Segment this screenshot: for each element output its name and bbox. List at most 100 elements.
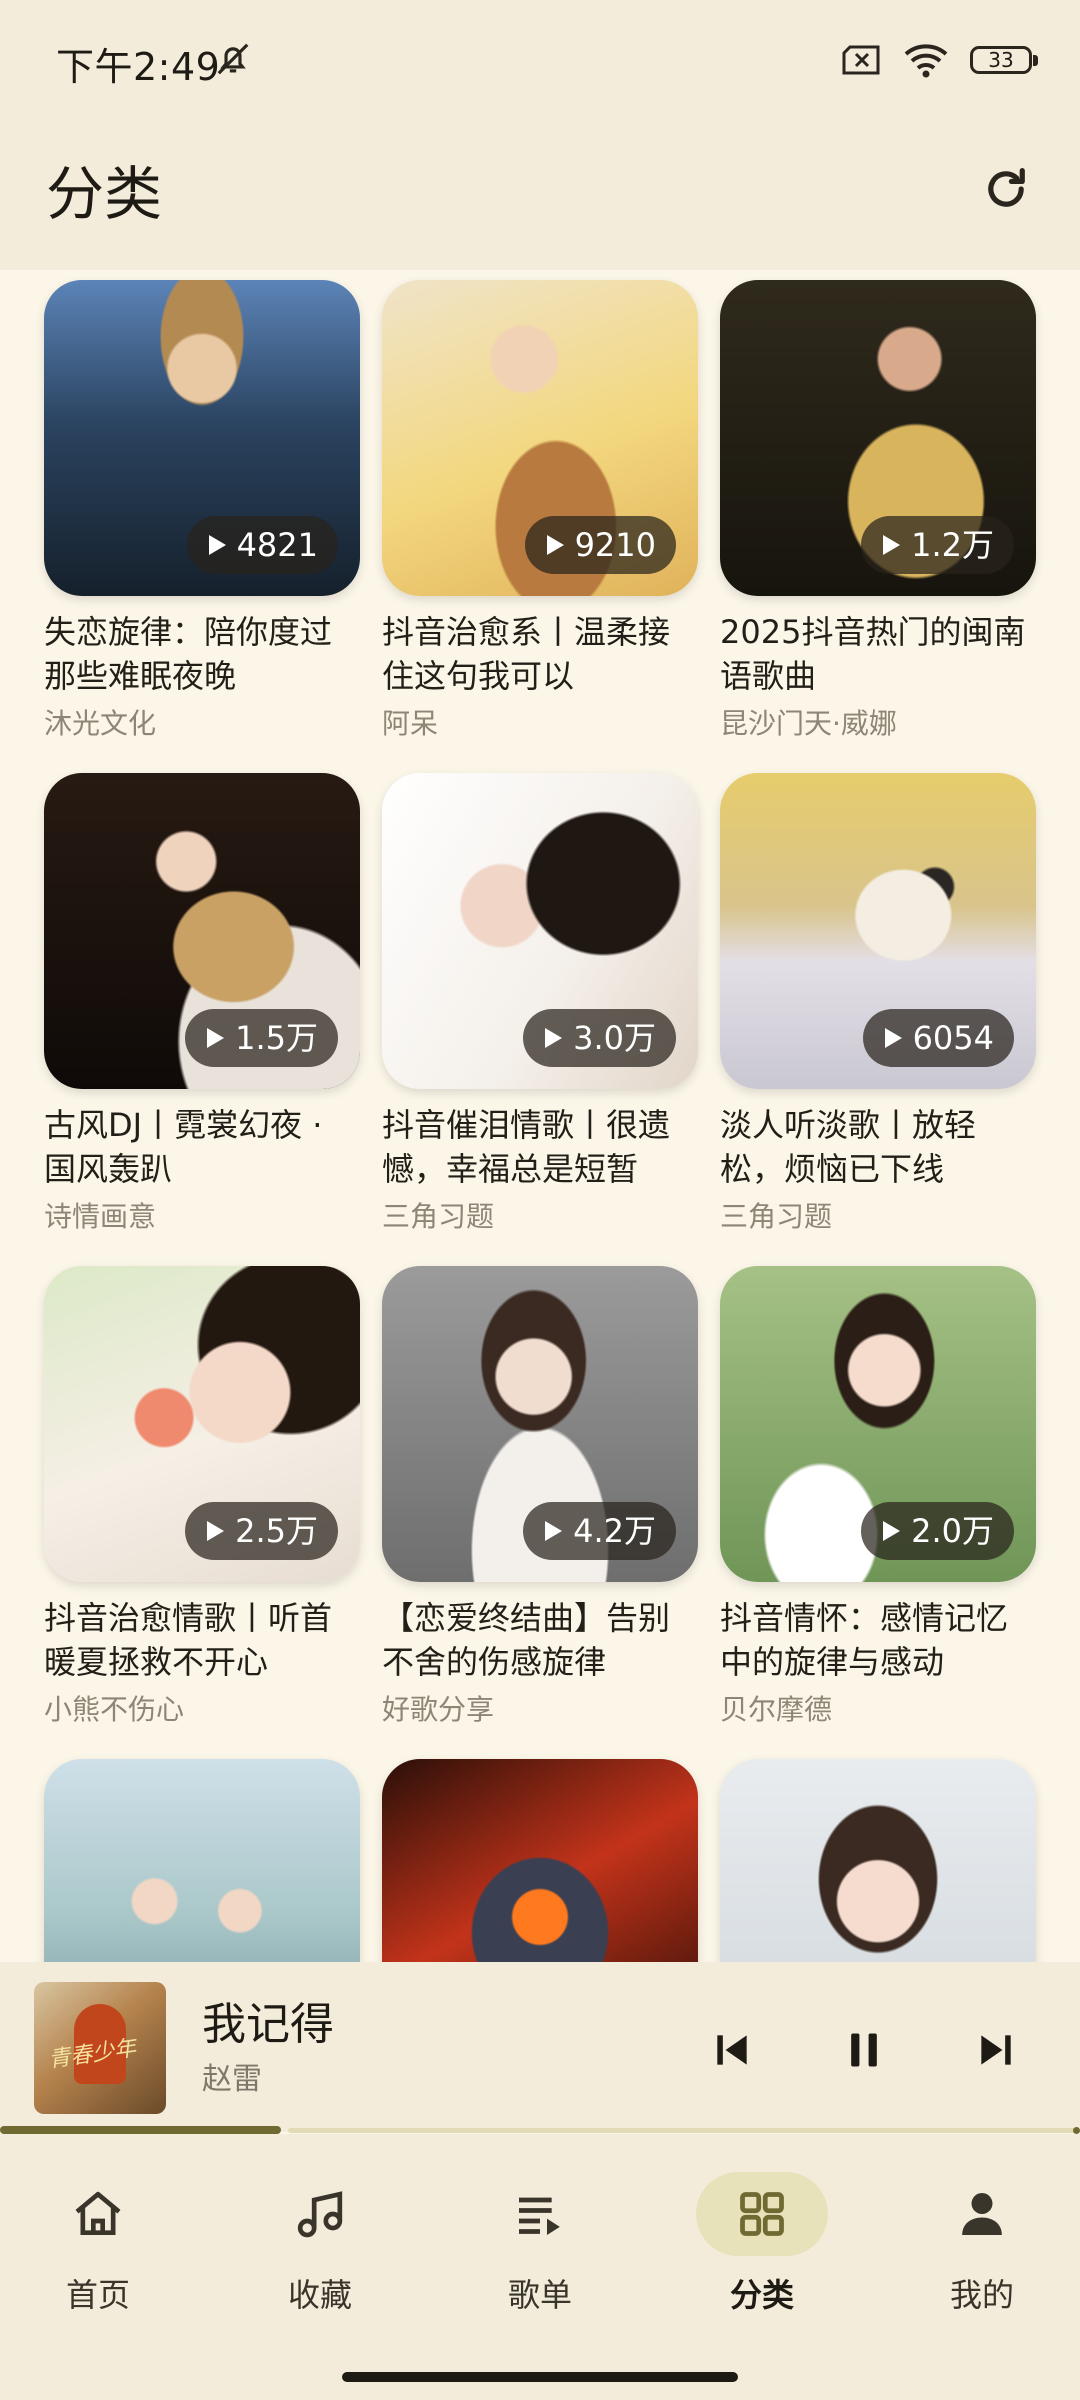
- playback-progress[interactable]: [0, 2126, 1080, 2134]
- nav-mine[interactable]: 我的: [872, 2172, 1080, 2316]
- no-sim-icon: [842, 45, 880, 75]
- playlist-title: 抖音治愈情歌丨听首暖夏拯救不开心: [44, 1599, 333, 1681]
- play-icon: [207, 1028, 225, 1048]
- bell-off-icon: [217, 43, 249, 75]
- playlist-card[interactable]: [720, 1759, 1036, 1962]
- play-icon: [545, 1028, 563, 1048]
- playlist-title: 淡人听淡歌丨放轻松，烦恼已下线: [720, 1106, 977, 1188]
- playlist-cover[interactable]: 9210: [382, 280, 698, 596]
- wifi-icon: [904, 44, 948, 78]
- play-count: 2.0万: [911, 1512, 994, 1550]
- playlist-card[interactable]: 1.2万 2025抖音热门的闽南语歌曲昆沙门天·威娜: [720, 280, 1036, 744]
- play-count: 3.0万: [573, 1019, 656, 1057]
- nav-home[interactable]: 首页: [0, 2172, 208, 2316]
- song-artist: 赵雷: [202, 2062, 262, 2097]
- playlist-cover[interactable]: [382, 1759, 698, 1962]
- nav-favorites[interactable]: 收藏: [210, 2172, 430, 2316]
- play-count-badge: 2.0万: [861, 1502, 1014, 1560]
- play-count: 4.2万: [573, 1512, 656, 1550]
- playlist-card[interactable]: 2.5万抖音治愈情歌丨听首暖夏拯救不开心小熊不伤心: [44, 1266, 360, 1730]
- skip-next-icon: [981, 2035, 1011, 2065]
- playlist-card[interactable]: 1.5万 古风DJ丨霓裳幻夜 · 国风轰趴 诗情画意: [44, 773, 360, 1237]
- play-count-badge: 9210: [524, 516, 676, 574]
- play-icon: [546, 535, 564, 555]
- nav-favorites-label: 收藏: [287, 2276, 352, 2314]
- playlist-cover[interactable]: 2.5万: [44, 1266, 360, 1582]
- play-count-badge: 1.2万: [861, 516, 1014, 574]
- playlist-grid: 4821 失恋旋律：陪你度过那些难眠夜晚沐光文化 9210 抖音治愈系丨温柔接住这句我…: [0, 270, 1080, 1962]
- play-count: 4821: [236, 526, 318, 564]
- playlist-card[interactable]: [382, 1759, 698, 1962]
- play-count: 1.5万: [235, 1019, 318, 1057]
- play-count: 9210: [574, 526, 656, 564]
- refresh-button[interactable]: [974, 157, 1038, 221]
- playlist-title: 古风DJ丨霓裳幻夜 · 国风轰趴: [44, 1106, 323, 1188]
- pause-icon: [851, 2033, 877, 2067]
- playlist-author: 三角习题: [382, 1200, 495, 1233]
- battery-icon: 33: [970, 46, 1038, 74]
- playlist-author: 阿呆: [382, 707, 439, 740]
- playlist-card[interactable]: 4821 失恋旋律：陪你度过那些难眠夜晚沐光文化: [44, 280, 360, 744]
- playlist-card[interactable]: [44, 1759, 360, 1962]
- previous-button[interactable]: [704, 2022, 760, 2078]
- playlist-cover[interactable]: [720, 1759, 1036, 1962]
- play-count-badge: 2.5万: [185, 1502, 338, 1560]
- pause-button[interactable]: [836, 2022, 892, 2078]
- playlist-title: 【恋爱终结曲】告别不舍的伤感旋律: [382, 1599, 671, 1681]
- next-button[interactable]: [968, 2022, 1024, 2078]
- active-indicator: [696, 2172, 828, 2256]
- playlist-cover[interactable]: 3.0万: [382, 773, 698, 1089]
- playlist-cover[interactable]: 2.0万: [720, 1266, 1036, 1582]
- home-indicator: [342, 2372, 738, 2382]
- mini-player[interactable]: 青春少年 我记得 赵雷: [0, 1962, 1080, 2132]
- playlist-cover[interactable]: 1.5万: [44, 773, 360, 1089]
- play-icon: [883, 535, 901, 555]
- album-cover[interactable]: 青春少年: [34, 1982, 166, 2114]
- playlist-cover[interactable]: [44, 1759, 360, 1962]
- play-icon: [884, 1028, 902, 1048]
- play-count: 1.2万: [911, 526, 994, 564]
- play-count-badge: 1.5万: [185, 1009, 338, 1067]
- playlist-card[interactable]: 9210 抖音治愈系丨温柔接住这句我可以阿呆: [382, 280, 698, 744]
- playlist-title: 抖音治愈系丨温柔接住这句我可以: [382, 613, 671, 695]
- nav-playlists-label: 歌单: [507, 2276, 572, 2314]
- play-icon: [207, 1521, 225, 1541]
- bottom-navigation: 首页 收藏 歌单 分类 我的: [0, 2134, 1080, 2400]
- play-icon: [545, 1521, 563, 1541]
- play-count-badge: 3.0万: [523, 1009, 676, 1067]
- playlist-author: 昆沙门天·威娜: [720, 707, 897, 740]
- playlist-card[interactable]: 2.0万抖音情怀：感情记忆中的旋律与感动贝尔摩德: [720, 1266, 1036, 1730]
- playlist-card[interactable]: 6054 淡人听淡歌丨放轻松，烦恼已下线 三角习题: [720, 773, 1036, 1237]
- person-icon: [962, 2193, 1002, 2235]
- play-count-badge: 6054: [862, 1009, 1014, 1067]
- home-icon: [75, 2191, 121, 2235]
- music-note-icon: [297, 2191, 343, 2238]
- app-bar: 分类: [0, 125, 1080, 270]
- playlist-author: 贝尔摩德: [720, 1693, 833, 1726]
- skip-previous-icon: [717, 2035, 747, 2065]
- playlist-author: 好歌分享: [382, 1693, 495, 1726]
- playlist-card[interactable]: 4.2万【恋爱终结曲】告别不舍的伤感旋律好歌分享: [382, 1266, 698, 1730]
- playlist-card[interactable]: 3.0万 抖音催泪情歌丨很遗憾，幸福总是短暂 三角习题: [382, 773, 698, 1237]
- playlist-cover[interactable]: 6054: [720, 773, 1036, 1089]
- playlist-cover[interactable]: 1.2万: [720, 280, 1036, 596]
- playlist-author: 小熊不伤心: [44, 1693, 185, 1726]
- play-count-badge: 4821: [186, 516, 338, 574]
- nav-categories-label: 分类: [729, 2276, 794, 2314]
- playlist-title: 失恋旋律：陪你度过那些难眠夜晚: [44, 613, 333, 695]
- playlist-title: 2025抖音热门的闽南语歌曲: [720, 613, 1026, 695]
- page-title: 分类: [46, 160, 163, 228]
- grid-icon: [740, 2192, 784, 2236]
- nav-home-label: 首页: [65, 2276, 130, 2314]
- status-bar: 下午2:49 33: [0, 0, 1080, 125]
- playlist-title: 抖音情怀：感情记忆中的旋律与感动: [720, 1599, 1009, 1681]
- playlist-icon: [519, 2197, 560, 2235]
- nav-playlists[interactable]: 歌单: [430, 2172, 650, 2316]
- play-icon: [208, 535, 226, 555]
- playlist-author: 沐光文化: [44, 707, 157, 740]
- playlist-cover[interactable]: 4821: [44, 280, 360, 596]
- nav-mine-label: 我的: [949, 2276, 1014, 2314]
- play-count: 2.5万: [235, 1512, 318, 1550]
- playlist-cover[interactable]: 4.2万: [382, 1266, 698, 1582]
- nav-categories[interactable]: 分类: [652, 2172, 872, 2316]
